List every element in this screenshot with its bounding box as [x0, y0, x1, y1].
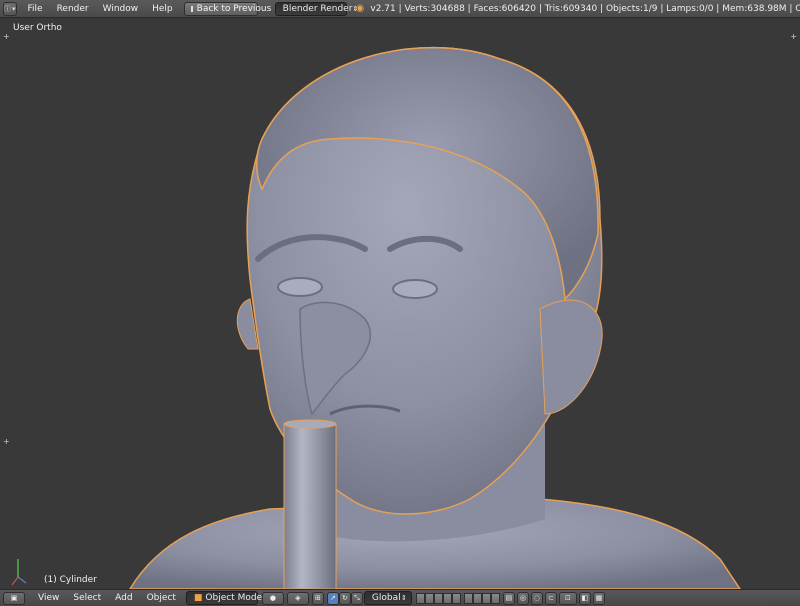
scale-manipulator-button[interactable]: ⤡ [350, 591, 363, 605]
3d-viewport[interactable]: User Ortho + + + (1) Cylinder [0, 19, 800, 589]
render-engine-label: Blender Render [282, 3, 353, 14]
lock-icon: ▤ [505, 594, 513, 602]
layer-button[interactable] [472, 592, 482, 604]
lock-layers-button[interactable]: ▤ [502, 591, 515, 605]
layer-button[interactable] [424, 592, 434, 604]
menu-select[interactable]: Select [66, 590, 108, 606]
pivot-icon: ◈ [295, 594, 301, 602]
layer-button[interactable] [481, 592, 491, 604]
opengl-animation-button[interactable]: ▦ [592, 591, 605, 605]
menu-file[interactable]: File [21, 0, 50, 17]
orientation-label: Global [371, 593, 401, 603]
layer-button[interactable] [415, 592, 425, 604]
mode-dropdown[interactable]: ■ Object Mode ⇕ [185, 591, 268, 605]
pivot-point-button[interactable]: ◈ [286, 591, 309, 605]
layer-button[interactable] [463, 592, 473, 604]
viewport-shading-button[interactable]: ● [261, 591, 284, 605]
layer-buttons-group-2[interactable] [463, 592, 500, 604]
magnet-icon: ⊂ [547, 594, 554, 602]
scale-icon: ⤡ [354, 593, 360, 602]
proportional-icon: ◌ [533, 594, 540, 602]
menu-add[interactable]: Add [108, 590, 139, 606]
manipulator-icon: ⊞ [314, 594, 321, 602]
snap-element-dropdown[interactable]: ⊡ [558, 591, 577, 605]
render-layer-button[interactable]: ◎ [516, 591, 529, 605]
layer-button[interactable] [451, 592, 461, 604]
rotate-icon: ↻ [341, 594, 348, 602]
render-icon: ◎ [519, 594, 526, 602]
axis-gizmo [11, 559, 27, 586]
editor-type-button[interactable]: ⓘ ▾ [3, 1, 17, 16]
film-icon: ▦ [595, 594, 603, 602]
3d-view-icon: ▣ [10, 594, 18, 602]
cylinder-top-cap [283, 419, 337, 429]
sphere-icon: ● [269, 594, 276, 602]
mode-label: Object Mode [205, 593, 263, 603]
layer-button[interactable] [433, 592, 443, 604]
back-to-previous-label: Back to Previous [196, 3, 272, 14]
manipulator-toggle[interactable]: ⊞ [311, 591, 324, 605]
transform-orientation-dropdown[interactable]: Global ⇕ [363, 591, 412, 605]
translate-manipulator-button[interactable]: ↗ [326, 591, 339, 605]
layer-buttons-group-1[interactable] [415, 592, 461, 604]
camera-icon: ◧ [581, 594, 589, 602]
info-header: ⓘ ▾ File Render Window Help Back to Prev… [0, 0, 800, 18]
arrow-icon: ↗ [329, 594, 336, 602]
object-mode-icon: ■ [193, 593, 203, 603]
layer-button[interactable] [490, 592, 500, 604]
editor-type-button[interactable]: ▣ [3, 591, 25, 605]
render-engine-dropdown[interactable]: Blender Render ⇕ [274, 1, 358, 16]
rotate-manipulator-button[interactable]: ↻ [338, 591, 351, 605]
3d-view-header: ▣ View Select Add Object ■ Object Mode ⇕… [0, 589, 800, 606]
left-eye-shape [277, 277, 323, 297]
screen-icon [190, 5, 193, 12]
info-editor-icon: ⓘ [4, 4, 11, 13]
layer-button[interactable] [442, 592, 452, 604]
chevron-down-icon: ▾ [12, 4, 16, 13]
scene-stats: v2.71 | Verts:304688 | Faces:606420 | Tr… [370, 3, 800, 14]
proportional-edit-button[interactable]: ◌ [530, 591, 543, 605]
menu-window[interactable]: Window [96, 0, 146, 17]
menu-view[interactable]: View [31, 590, 66, 606]
menu-render[interactable]: Render [50, 0, 96, 17]
snap-toggle-button[interactable]: ⊂ [544, 591, 557, 605]
sculpted-head-mesh[interactable] [0, 19, 800, 589]
opengl-render-button[interactable]: ◧ [578, 591, 591, 605]
menu-help[interactable]: Help [145, 0, 180, 17]
updown-arrows-icon: ⇕ [401, 594, 407, 602]
selected-cylinder [283, 423, 337, 589]
snap-icon: ⊡ [564, 594, 571, 602]
menu-object[interactable]: Object [140, 590, 183, 606]
blender-logo-icon: ◉ [355, 3, 365, 14]
active-object-label: (1) Cylinder [44, 575, 97, 585]
back-to-previous-button[interactable]: Back to Previous [183, 1, 271, 16]
right-ear-shape [539, 299, 603, 415]
right-eye-shape [392, 279, 438, 299]
